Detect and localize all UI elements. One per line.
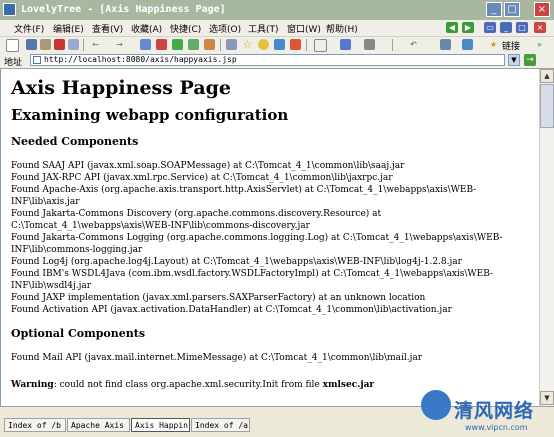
toolbar-separator <box>83 39 84 51</box>
needed-component-item: Found Jakarta-Commons Logging (org.apach… <box>11 233 503 255</box>
address-input[interactable]: http://localhost:8080/axis/happyaxis.jsp <box>30 54 505 66</box>
maximize-button[interactable]: □ <box>504 2 520 17</box>
restore-window-icon[interactable]: □ <box>516 22 528 33</box>
menu-favorites[interactable]: 收藏(A) <box>131 22 162 35</box>
warning-file: xmlsec.jar <box>322 380 375 390</box>
go-button[interactable]: → <box>524 54 536 66</box>
menu-help[interactable]: 帮助(H) <box>326 22 358 35</box>
menu-file[interactable]: 文件(F) <box>14 22 44 35</box>
page-title: Axis Happiness Page <box>11 77 232 99</box>
back-nav-icon[interactable]: ◀ <box>446 22 458 33</box>
needed-component-item: Found SAAJ API (javax.xml.soap.SOAPMessa… <box>11 161 405 171</box>
menu-view[interactable]: 查看(V) <box>92 22 123 35</box>
close-button[interactable]: × <box>534 2 550 17</box>
forward-arrow-icon[interactable]: → <box>114 39 125 50</box>
window-icon[interactable] <box>140 39 151 50</box>
needed-component-item: Found JAXP implementation (javax.xml.par… <box>11 293 426 303</box>
save-icon[interactable] <box>26 39 37 50</box>
tab-close-icon[interactable] <box>156 39 167 50</box>
scrollbar-thumb[interactable] <box>540 84 554 128</box>
needed-components-list: Found SAAJ API (javax.xml.soap.SOAPMessa… <box>11 160 535 316</box>
close-tab-icon[interactable]: × <box>534 22 546 33</box>
needed-component-item: Found Apache-Axis (org.apache.axis.trans… <box>11 185 477 207</box>
back-arrow-icon[interactable]: ← <box>90 39 101 50</box>
media-icon[interactable] <box>258 39 269 50</box>
mail-icon[interactable] <box>274 39 285 50</box>
tab-index-b[interactable]: Index of /b <box>4 418 66 432</box>
optional-components-list: Found Mail API (javax.mail.internet.Mime… <box>11 352 535 364</box>
forward-nav-icon[interactable]: ▶ <box>462 22 474 33</box>
scroll-down-icon[interactable]: ▼ <box>540 391 554 405</box>
watermark-text: 清风网络 <box>454 400 535 422</box>
page-icon <box>33 56 41 64</box>
new-page-icon[interactable] <box>6 39 19 52</box>
download-icon[interactable] <box>440 39 451 50</box>
undo-close-icon[interactable]: ↶ <box>408 39 419 50</box>
needed-component-item: Found Jakarta-Commons Discovery (org.apa… <box>11 209 382 231</box>
page-content: Axis Happiness Page Examining webapp con… <box>0 69 539 406</box>
popup-block-icon[interactable] <box>290 39 301 50</box>
stop-icon[interactable] <box>54 39 65 50</box>
menu-edit[interactable]: 编辑(E) <box>53 22 84 35</box>
scroll-up-icon[interactable]: ▲ <box>540 69 554 83</box>
needed-component-item: Found IBM's WSDL4Java (com.ibm.wsdl.fact… <box>11 269 494 291</box>
tab-index-a[interactable]: Index of /a <box>191 418 250 432</box>
app-icon <box>3 3 16 16</box>
menu-tools[interactable]: 工具(T) <box>248 22 279 35</box>
address-dropdown-icon[interactable]: ▼ <box>508 54 520 66</box>
tab-apache-axis[interactable]: Apache Axis <box>67 418 130 432</box>
needed-components-heading: Needed Components <box>11 135 139 148</box>
address-label: 地址 <box>4 58 23 68</box>
minimize-window-icon[interactable]: _ <box>500 22 512 33</box>
tab-axis-happiness[interactable]: Axis Happin <box>131 418 190 432</box>
menu-options[interactable]: 选项(O) <box>209 22 241 35</box>
links-icon: ★ <box>489 40 498 49</box>
minimize-button[interactable]: _ <box>486 2 502 17</box>
page-menu-icon[interactable] <box>314 39 327 52</box>
optional-components-heading: Optional Components <box>11 327 146 340</box>
home-icon[interactable] <box>188 39 199 50</box>
address-url[interactable]: http://localhost:8080/axis/happyaxis.jsp <box>44 55 237 64</box>
menu-window[interactable]: 窗口(W) <box>287 22 321 35</box>
cascade-window-icon[interactable]: ▭ <box>484 22 496 33</box>
window-title: LovelyTree - [Axis Happiness Page] <box>21 4 226 15</box>
needed-component-item: Found Activation API (javax.activation.D… <box>11 305 452 315</box>
links-button[interactable]: 链接 <box>502 39 520 52</box>
proxy-icon[interactable] <box>340 39 351 50</box>
vertical-scrollbar[interactable]: ▲ ▼ <box>539 69 554 406</box>
page-subtitle: Examining webapp configuration <box>11 106 289 124</box>
warning-text: : could not find class org.apache.xml.se… <box>53 380 323 390</box>
watermark-url: www.vipcn.com <box>465 423 528 432</box>
history-icon[interactable] <box>204 39 215 50</box>
toolbar-separator <box>220 39 221 51</box>
watermark-logo <box>421 390 451 420</box>
warning-message: Warning: could not find class org.apache… <box>11 379 535 391</box>
toolbar-separator <box>306 39 307 51</box>
settings-icon[interactable] <box>364 39 375 50</box>
zoom-icon[interactable] <box>462 39 473 50</box>
chevron-right-icon[interactable]: » <box>534 39 545 50</box>
refresh-icon[interactable] <box>172 39 183 50</box>
needed-component-item: Found Log4j (org.apache.log4j.Layout) at… <box>11 257 462 267</box>
find-icon[interactable] <box>68 39 79 50</box>
toolbar-separator <box>392 39 393 51</box>
needed-component-item: Found JAX-RPC API (javax.xml.rpc.Service… <box>11 173 393 183</box>
toolbar: ← → ☆ ↶ ★ 链接 » <box>0 37 554 54</box>
title-bar: LovelyTree - [Axis Happiness Page] _ □ × <box>0 0 554 20</box>
optional-component-item: Found Mail API (javax.mail.internet.Mime… <box>11 353 423 363</box>
menu-shortcuts[interactable]: 快捷(C) <box>170 22 201 35</box>
warning-label: Warning <box>11 380 54 390</box>
favorites-star-icon[interactable]: ☆ <box>242 39 253 50</box>
address-bar: 地址 http://localhost:8080/axis/happyaxis.… <box>0 53 554 69</box>
search-icon[interactable] <box>226 39 237 50</box>
print-icon[interactable] <box>40 39 51 50</box>
